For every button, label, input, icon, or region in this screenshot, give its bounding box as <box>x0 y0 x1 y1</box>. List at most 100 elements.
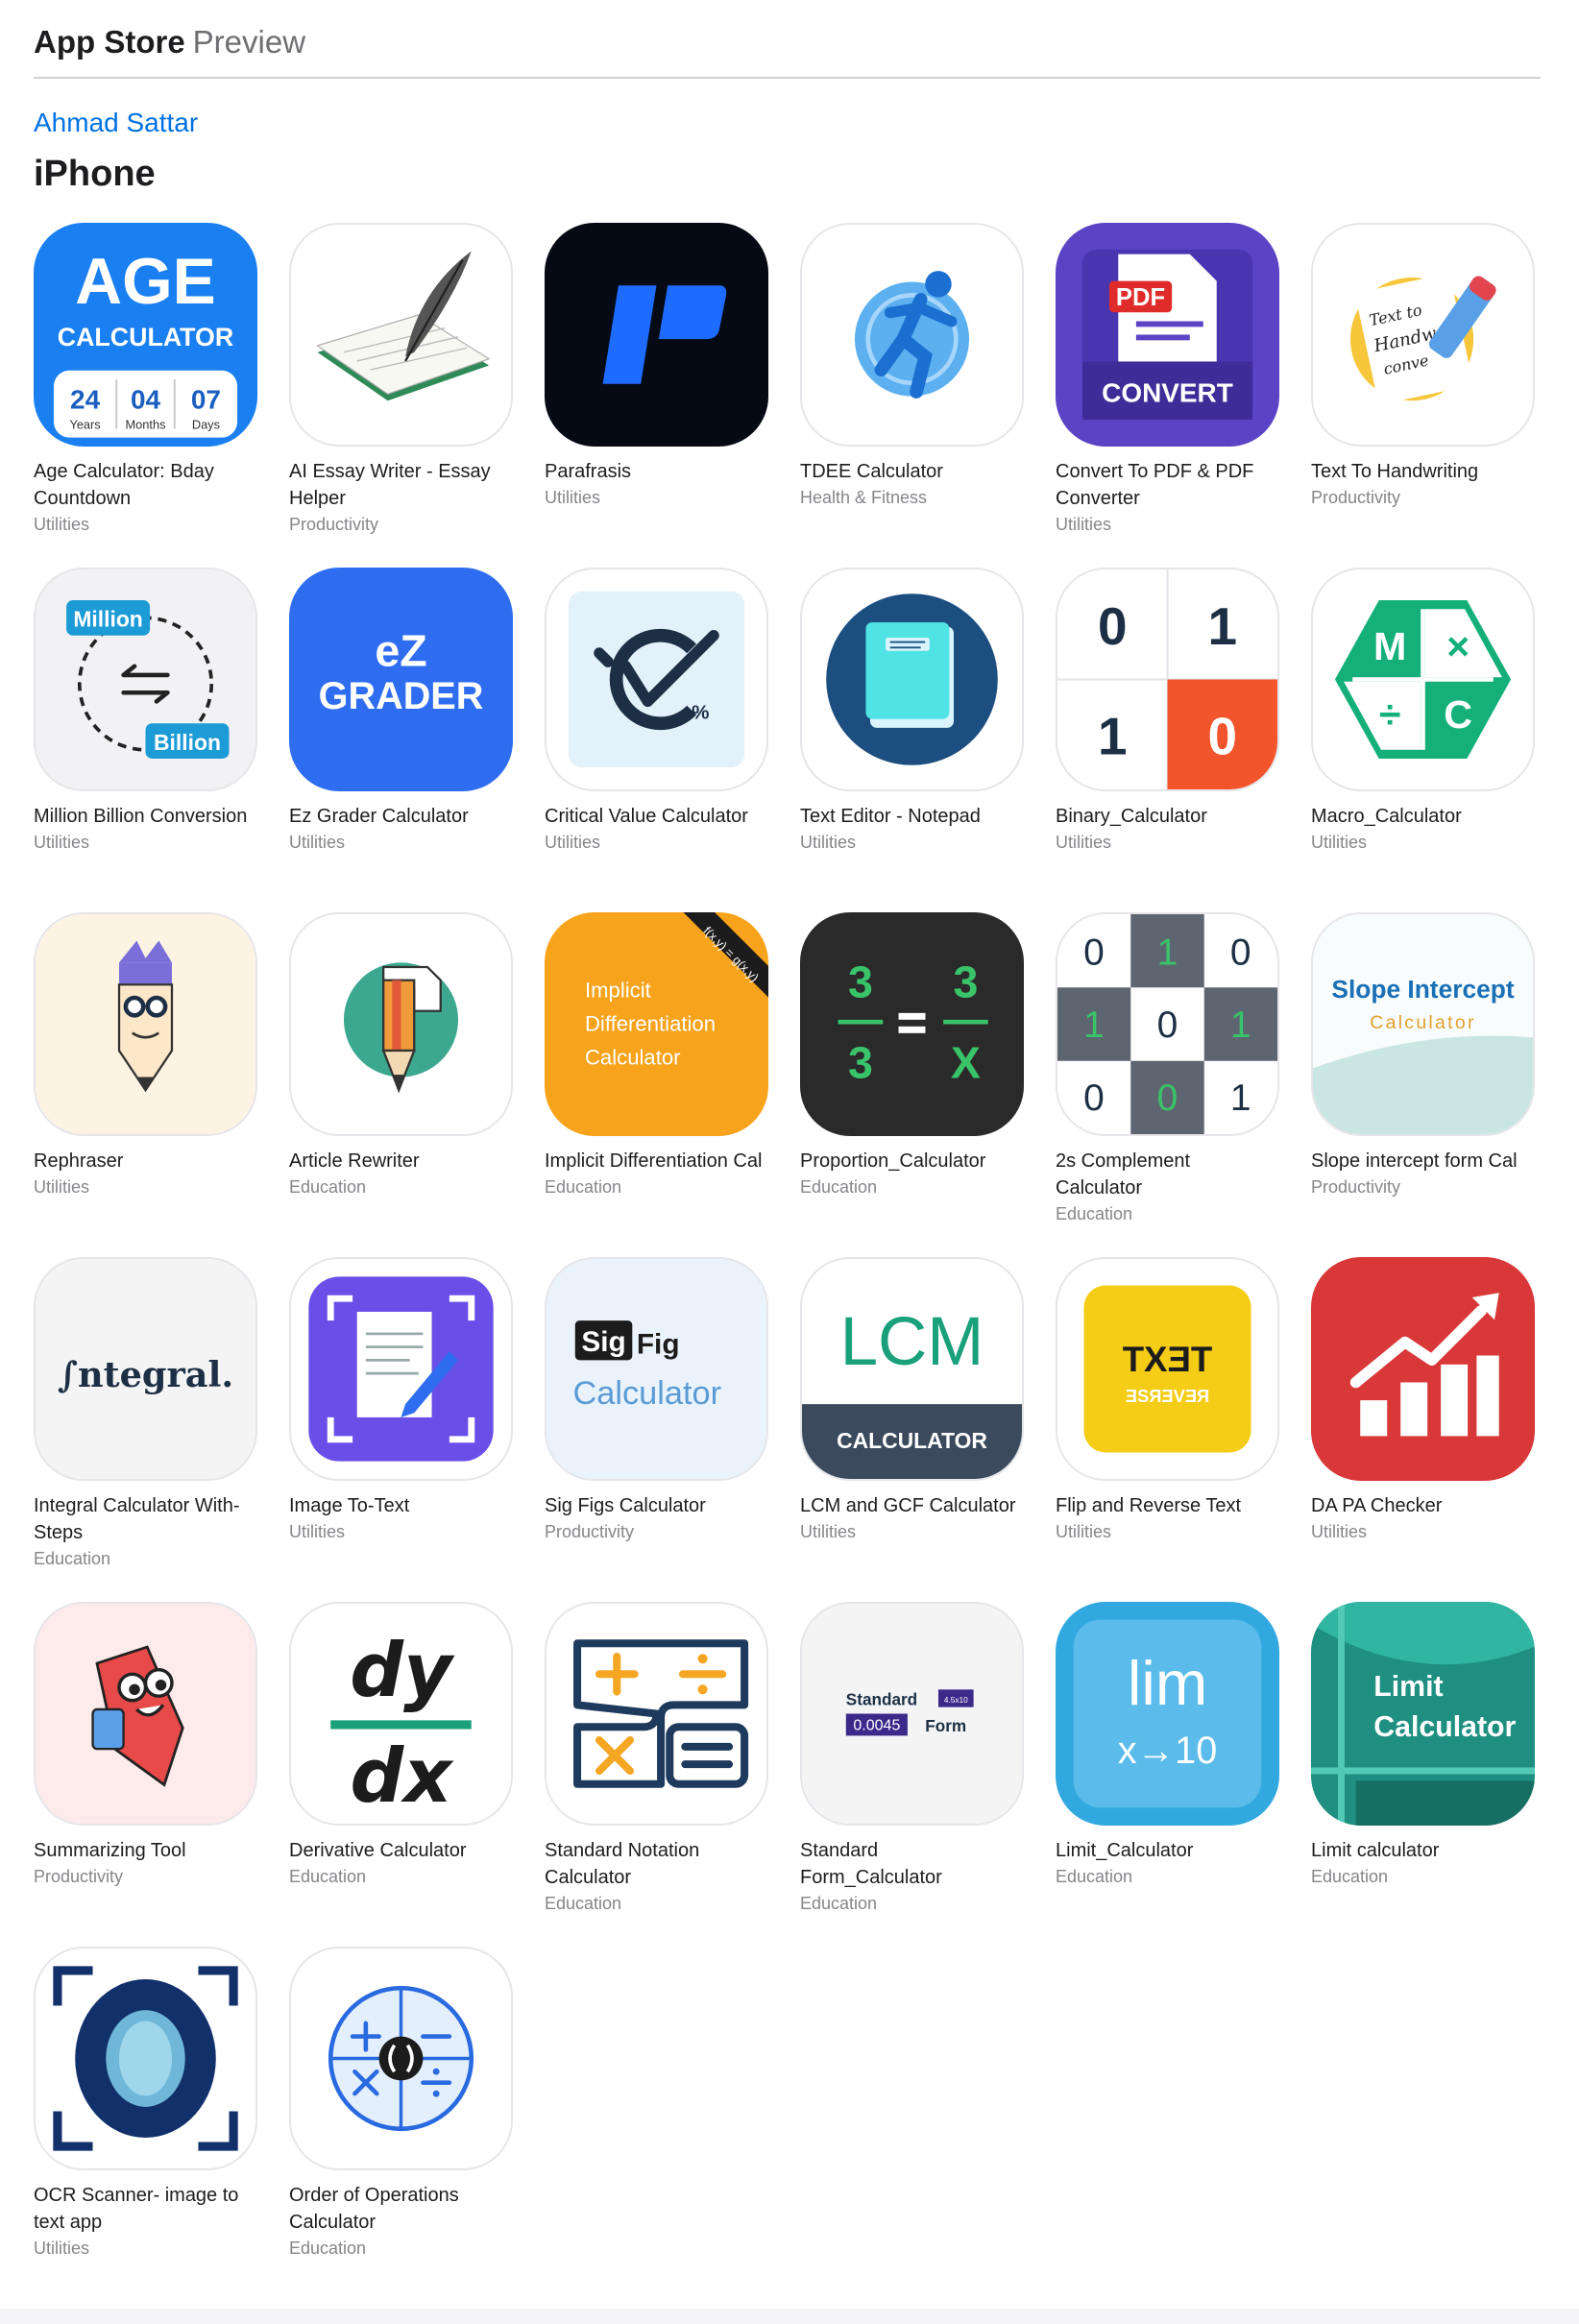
app-tile[interactable]: Sig Fig Calculator Sig Figs Calculator P… <box>545 1257 768 1602</box>
slope-intercept-icon[interactable]: Slope Intercept Calculator <box>1311 912 1535 1136</box>
derivative-denominator: dx <box>351 1733 455 1820</box>
dy-dx-icon[interactable]: dy dx <box>289 1602 513 1826</box>
integral-logo-icon[interactable]: ∫ntegral. <box>34 1257 257 1481</box>
running-person-icon[interactable] <box>800 223 1024 447</box>
app-name[interactable]: Limit calculator <box>1311 1837 1535 1864</box>
app-tile[interactable]: Rephraser Utilities <box>34 912 257 1257</box>
flip-text-icon[interactable]: TXƎT ƎSЯƎVƎЯ <box>1056 1257 1279 1481</box>
app-name[interactable]: Article Rewriter <box>289 1148 513 1174</box>
limit-expression-icon[interactable]: lim x→10 <box>1056 1602 1279 1826</box>
app-name[interactable]: Standard Notation Calculator <box>545 1837 768 1891</box>
app-tile[interactable]: M × ÷ C Macro_Calculator Utilities <box>1311 568 1535 912</box>
app-name[interactable]: Image To-Text <box>289 1492 513 1519</box>
app-name[interactable]: Convert To PDF & PDF Converter <box>1056 458 1279 512</box>
app-name[interactable]: Binary_Calculator <box>1056 803 1279 830</box>
app-name[interactable]: OCR Scanner- image to text app <box>34 2182 257 2236</box>
app-name[interactable]: DA PA Checker <box>1311 1492 1535 1519</box>
app-name[interactable]: Integral Calculator With-Steps <box>34 1492 257 1546</box>
app-name[interactable]: Ez Grader Calculator <box>289 803 513 830</box>
app-name[interactable]: Macro_Calculator <box>1311 803 1535 830</box>
app-name[interactable]: Standard Form_Calculator <box>800 1837 1024 1891</box>
binary-digits-icon[interactable]: 0 1 1 0 <box>1056 568 1279 791</box>
app-name[interactable]: Rephraser <box>34 1148 257 1174</box>
app-tile[interactable]: TDEE Calculator Health & Fitness <box>800 223 1024 568</box>
binary-digit: 0 <box>1098 596 1128 656</box>
app-tile[interactable]: LCM CALCULATOR LCM and GCF Calculator Ut… <box>800 1257 1024 1602</box>
developer-link[interactable]: Ahmad Sattar <box>34 108 198 138</box>
app-tile[interactable]: Million Billion Million Billion Conversi… <box>34 568 257 912</box>
growth-chart-icon[interactable] <box>1311 1257 1535 1481</box>
app-tile[interactable]: f(x,y) = g(x,y) Implicit Differentiation… <box>545 912 768 1257</box>
standard-form-icon[interactable]: Standard 4.5x10 0.0045 Form <box>800 1602 1024 1826</box>
app-tile[interactable]: TXƎT ƎSЯƎVƎЯ Flip and Reverse Text Utili… <box>1056 1257 1279 1602</box>
app-tile[interactable]: lim x→10 Limit_Calculator Education <box>1056 1602 1279 1947</box>
app-tile[interactable]: 0 1 1 0 Binary_Calculator Utilities <box>1056 568 1279 912</box>
twos-complement-grid-icon[interactable]: 0 1 0 1 0 1 0 0 1 <box>1056 912 1279 1136</box>
app-tile[interactable]: Text to Handw conve Text To Handwriting … <box>1311 223 1535 568</box>
app-name[interactable]: Parafrasis <box>545 458 768 485</box>
app-name[interactable]: 2s Complement Calculator <box>1056 1148 1279 1201</box>
macro-hexagon-icon[interactable]: M × ÷ C <box>1311 568 1535 791</box>
pdf-convert-icon[interactable]: PDF CONVERT <box>1056 223 1279 447</box>
pencil-paper-icon[interactable] <box>289 912 513 1136</box>
app-tile[interactable]: AGE CALCULATOR 24 04 07 Years Months Day… <box>34 223 257 568</box>
app-tile[interactable]: dy dx Derivative Calculator Education <box>289 1602 513 1947</box>
app-tile[interactable]: Parafrasis Utilities <box>545 223 768 568</box>
pencil-mascot-icon[interactable] <box>34 1602 257 1826</box>
parafrasis-logo-icon[interactable] <box>545 223 768 447</box>
app-name[interactable]: Flip and Reverse Text <box>1056 1492 1279 1519</box>
app-name[interactable]: Text Editor - Notepad <box>800 803 1024 830</box>
app-tile[interactable]: 3 3 3 X Proportion_Calculator Education <box>800 912 1024 1257</box>
app-name[interactable]: Derivative Calculator <box>289 1837 513 1864</box>
ez-grader-icon[interactable]: eZ GRADER <box>289 568 513 791</box>
million-billion-icon[interactable]: Million Billion <box>34 568 257 791</box>
app-tile[interactable]: Standard Notation Calculator Education <box>545 1602 768 1947</box>
app-tile[interactable]: Summarizing Tool Productivity <box>34 1602 257 1947</box>
app-name[interactable]: Order of Operations Calculator <box>289 2182 513 2236</box>
app-tile[interactable]: Standard 4.5x10 0.0045 Form Standard For… <box>800 1602 1024 1947</box>
quill-notebook-icon[interactable] <box>289 223 513 447</box>
app-name[interactable]: Age Calculator: Bday Countdown <box>34 458 257 512</box>
app-tile[interactable]: OCR Scanner- image to text app Utilities <box>34 1947 257 2291</box>
ocr-scanner-icon[interactable] <box>34 1947 257 2170</box>
app-name[interactable]: Proportion_Calculator <box>800 1148 1024 1174</box>
app-tile[interactable]: eZ GRADER Ez Grader Calculator Utilities <box>289 568 513 912</box>
app-name[interactable]: Million Billion Conversion <box>34 803 257 830</box>
app-name[interactable]: LCM and GCF Calculator <box>800 1492 1024 1519</box>
critical-value-icon[interactable]: % <box>545 568 768 791</box>
app-name[interactable]: Sig Figs Calculator <box>545 1492 768 1519</box>
app-tile[interactable]: ∫ntegral. Integral Calculator With-Steps… <box>34 1257 257 1602</box>
app-tile[interactable]: Text Editor - Notepad Utilities <box>800 568 1024 912</box>
app-tile[interactable]: 0 1 0 1 0 1 0 0 1 2s Complement Calculat… <box>1056 912 1279 1257</box>
scan-document-icon[interactable] <box>289 1257 513 1481</box>
app-name[interactable]: Limit_Calculator <box>1056 1837 1279 1864</box>
limit-calculator-icon[interactable]: Limit Calculator <box>1311 1602 1535 1826</box>
app-name[interactable]: Text To Handwriting <box>1311 458 1535 485</box>
sig-fig-icon[interactable]: Sig Fig Calculator <box>545 1257 768 1481</box>
operators-grid-icon[interactable] <box>545 1602 768 1826</box>
app-name[interactable]: Summarizing Tool <box>34 1837 257 1864</box>
app-tile[interactable]: % Critical Value Calculator Utilities <box>545 568 768 912</box>
app-tile[interactable]: PDF CONVERT Convert To PDF & PDF Convert… <box>1056 223 1279 568</box>
app-tile[interactable]: Limit Calculator Limit calculator Educat… <box>1311 1602 1535 1947</box>
lcm-calculator-icon[interactable]: LCM CALCULATOR <box>800 1257 1024 1481</box>
pencil-character-icon[interactable] <box>34 912 257 1136</box>
app-name[interactable]: AI Essay Writer - Essay Helper <box>289 458 513 512</box>
app-tile[interactable]: Slope Intercept Calculator Slope interce… <box>1311 912 1535 1257</box>
handwriting-pen-icon[interactable]: Text to Handw conve <box>1311 223 1535 447</box>
notepad-book-icon[interactable] <box>800 568 1024 791</box>
operations-circle-icon[interactable] <box>289 1947 513 2170</box>
proportion-icon[interactable]: 3 3 3 X <box>800 912 1024 1136</box>
app-store-logo[interactable]: App Store Preview <box>34 15 1541 69</box>
app-name[interactable]: TDEE Calculator <box>800 458 1024 485</box>
app-tile[interactable]: DA PA Checker Utilities <box>1311 1257 1535 1602</box>
age-calculator-icon[interactable]: AGE CALCULATOR 24 04 07 Years Months Day… <box>34 223 257 447</box>
app-name[interactable]: Critical Value Calculator <box>545 803 768 830</box>
app-tile[interactable]: AI Essay Writer - Essay Helper Productiv… <box>289 223 513 568</box>
app-tile[interactable]: Image To-Text Utilities <box>289 1257 513 1602</box>
app-tile[interactable]: Order of Operations Calculator Education <box>289 1947 513 2291</box>
app-name[interactable]: Slope intercept form Cal <box>1311 1148 1535 1174</box>
implicit-differentiation-icon[interactable]: f(x,y) = g(x,y) Implicit Differentiation… <box>545 912 768 1136</box>
app-name[interactable]: Implicit Differentiation Cal <box>545 1148 768 1174</box>
app-tile[interactable]: Article Rewriter Education <box>289 912 513 1257</box>
